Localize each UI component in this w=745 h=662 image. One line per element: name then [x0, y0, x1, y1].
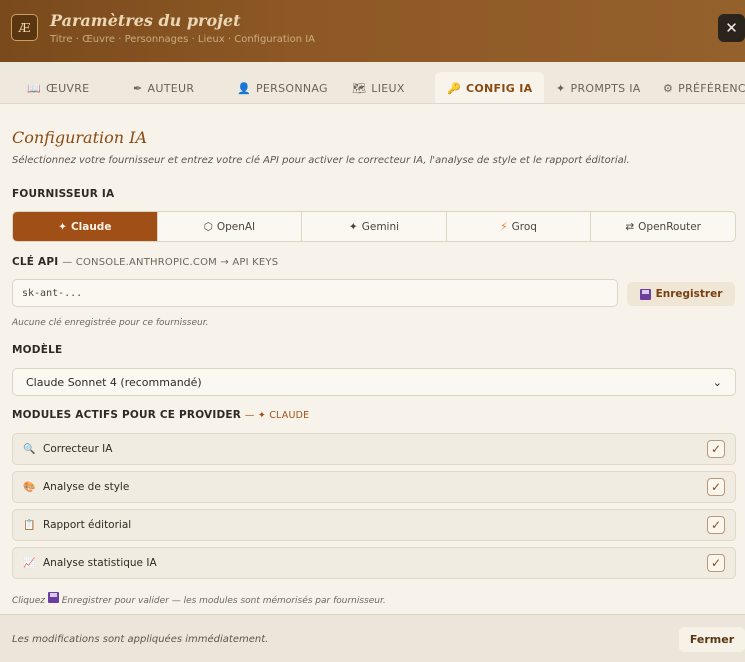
tab-label: LIEUX [371, 81, 405, 95]
model-value: Claude Sonnet 4 (recommandé) [26, 375, 202, 389]
modules-note: Cliquez Enregistrer pour valider — les m… [12, 592, 386, 606]
tab-label: ŒUVRE [46, 81, 90, 95]
tab-bar: 📖 ŒUVRE ✒ AUTEUR 👤 PERSONNAG 🗺 LIEUX 🔑 C… [0, 62, 745, 104]
tab-preferences[interactable]: ⚙ PRÉFÉRENC [663, 72, 745, 103]
modules-provider: — ✦ CLAUDE [244, 410, 310, 421]
module-checkbox[interactable]: ✓ [707, 478, 725, 496]
module-label: Analyse de style [43, 481, 130, 493]
tab-personnages[interactable]: 👤 PERSONNAG [237, 72, 328, 103]
breadcrumb: Titre · Œuvre · Personnages · Lieux · Co… [50, 34, 316, 45]
app-logo: Æ [11, 14, 38, 41]
map-icon: 🗺 [352, 81, 367, 95]
provider-label: Claude [70, 220, 112, 233]
module-correcteur-ia[interactable]: 🔍 Correcteur IA ✓ [12, 433, 736, 465]
sparkle-icon: ✦ [556, 81, 566, 95]
tab-lieux[interactable]: 🗺 LIEUX [352, 72, 405, 103]
magnifier-icon: 🔍 [23, 443, 36, 455]
tab-auteur[interactable]: ✒ AUTEUR [133, 72, 195, 103]
sparkle-icon: ✦ [58, 220, 67, 233]
person-icon: 👤 [237, 81, 251, 95]
dialog-footer: Les modifications sont appliquées immédi… [0, 614, 745, 662]
module-label: Correcteur IA [43, 443, 113, 455]
palette-icon: 🎨 [23, 481, 36, 493]
sparkle-icon: ✦ [348, 220, 358, 233]
floppy-disk-icon [47, 592, 59, 603]
chart-icon: 📈 [23, 557, 36, 569]
tab-label: PERSONNAG [256, 81, 328, 95]
dialog-title: Paramètres du projet [50, 11, 241, 30]
module-checkbox[interactable]: ✓ [707, 516, 725, 534]
save-button-label: Enregistrer [655, 288, 723, 300]
api-key-input[interactable]: sk-ant-... [12, 279, 618, 307]
config-panel: Configuration IA Sélectionnez votre four… [0, 104, 745, 614]
provider-selector: ✦ Claude ⬡ OpenAI ✦ Gemini ⚡ Groq ⇄ Open… [12, 211, 736, 242]
pen-icon: ✒ [133, 81, 143, 95]
provider-claude[interactable]: ✦ Claude [13, 212, 158, 241]
close-button[interactable]: Fermer [679, 627, 745, 652]
tab-config-ia[interactable]: 🔑 CONFIG IA [435, 72, 545, 103]
modules-note-post: Enregistrer pour valider — les modules s… [61, 596, 386, 606]
model-label: MODÈLE [12, 344, 63, 356]
bolt-icon: ⚡ [500, 220, 508, 233]
tab-prompts-ia[interactable]: ✦ PROMPTS IA [556, 72, 641, 103]
book-icon: 📖 [27, 81, 41, 95]
tab-label: PRÉFÉRENC [678, 81, 745, 95]
module-label: Rapport éditorial [43, 519, 132, 531]
module-analyse-style[interactable]: 🎨 Analyse de style ✓ [12, 471, 736, 503]
hexagon-icon: ⬡ [203, 220, 213, 233]
provider-label: Gemini [361, 220, 400, 233]
tab-label: PROMPTS IA [570, 81, 641, 95]
dialog-header: Æ Paramètres du projet Titre · Œuvre · P… [0, 0, 745, 62]
api-key-hint: — CONSOLE.ANTHROPIC.COM → API KEYS [62, 257, 279, 268]
modules-note-pre: Cliquez [12, 596, 45, 606]
provider-label: OpenAI [216, 220, 256, 233]
key-icon: 🔑 [447, 81, 461, 95]
section-subtitle: Sélectionnez votre fournisseur et entrez… [12, 155, 630, 166]
module-label: Analyse statistique IA [43, 557, 157, 569]
gear-icon: ⚙ [663, 81, 674, 95]
modules-label: MODULES ACTIFS POUR CE PROVIDER — ✦ CLAU… [12, 409, 309, 421]
tab-label: AUTEUR [147, 81, 195, 95]
module-checkbox[interactable]: ✓ [707, 440, 725, 458]
close-icon[interactable]: ✕ [718, 14, 745, 42]
module-checkbox[interactable]: ✓ [707, 554, 725, 572]
api-key-label-text: CLÉ API [12, 256, 59, 268]
provider-groq[interactable]: ⚡ Groq [447, 212, 592, 241]
provider-openrouter[interactable]: ⇄ OpenRouter [591, 212, 735, 241]
model-select[interactable]: Claude Sonnet 4 (recommandé) ⌄ [12, 368, 736, 396]
provider-label: OpenRouter [638, 220, 701, 233]
module-rapport-editorial[interactable]: 📋 Rapport éditorial ✓ [12, 509, 736, 541]
clipboard-icon: 📋 [23, 519, 36, 531]
api-key-label: CLÉ API — CONSOLE.ANTHROPIC.COM → API KE… [12, 256, 278, 268]
save-button[interactable]: Enregistrer [627, 282, 735, 306]
floppy-disk-icon [639, 288, 651, 300]
no-key-note: Aucune clé enregistrée pour ce fournisse… [12, 318, 209, 328]
module-analyse-statistique[interactable]: 📈 Analyse statistique IA ✓ [12, 547, 736, 579]
section-title: Configuration IA [12, 128, 148, 147]
swap-icon: ⇄ [625, 220, 635, 233]
footer-note: Les modifications sont appliquées immédi… [12, 634, 269, 645]
provider-label: FOURNISSEUR IA [12, 188, 115, 200]
provider-openai[interactable]: ⬡ OpenAI [158, 212, 303, 241]
provider-gemini[interactable]: ✦ Gemini [302, 212, 447, 241]
provider-label: Groq [511, 220, 537, 233]
tab-oeuvre[interactable]: 📖 ŒUVRE [27, 72, 90, 103]
chevron-down-icon: ⌄ [712, 375, 722, 389]
tab-label: CONFIG IA [466, 81, 533, 95]
modules-label-text: MODULES ACTIFS POUR CE PROVIDER [12, 409, 242, 421]
